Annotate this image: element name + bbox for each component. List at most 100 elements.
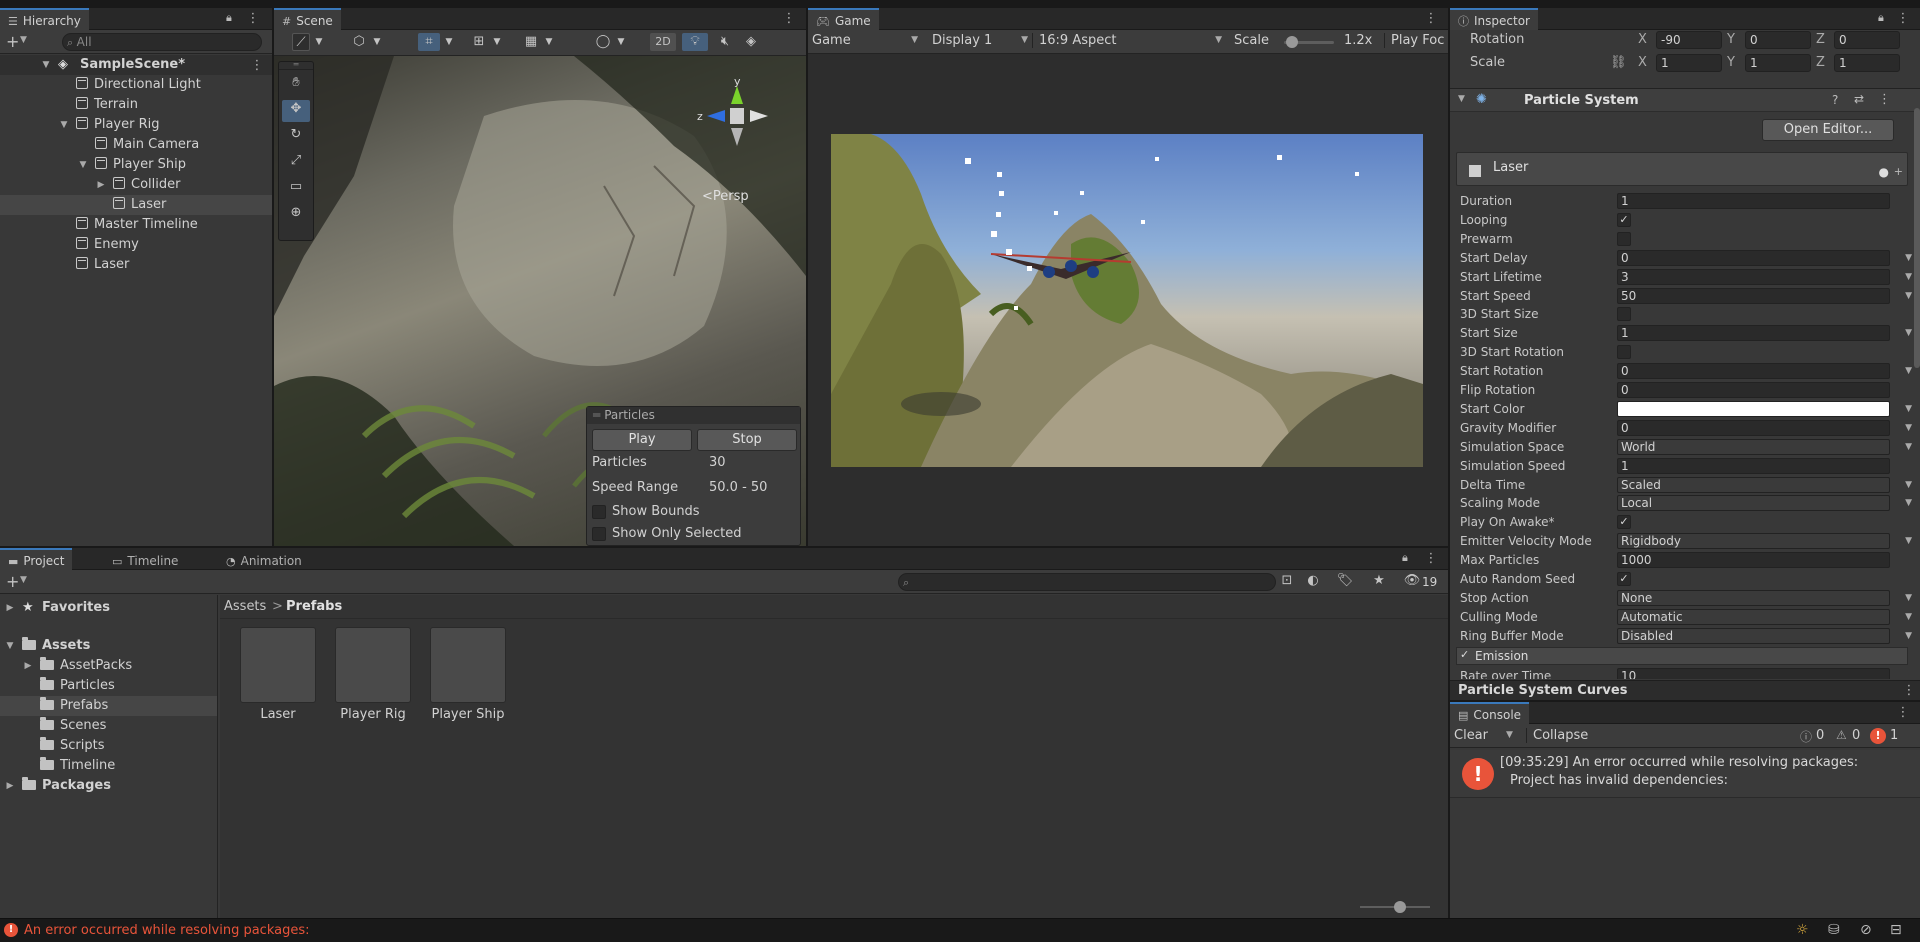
kebab-menu-icon[interactable]: ⋮ (1896, 704, 1910, 722)
tab-animation[interactable]: ◔ Animation (218, 548, 310, 570)
hierarchy-item-laser-selected[interactable]: Laser (0, 195, 272, 215)
hierarchy-scene-row[interactable]: ▼ ◈ SampleScene* ⋮ (0, 55, 272, 75)
game-view[interactable] (831, 134, 1423, 467)
hierarchy-search-input[interactable]: ⌕ All (62, 33, 262, 51)
breadcrumb-prefabs[interactable]: Prefabs (286, 595, 342, 619)
scene-viewport[interactable]: ═ ✋︎ ✥ ↻ ⤢ ▭ ⊕ y z <Persp ═ Particles Pl… (274, 56, 806, 546)
audio-toggle-icon[interactable]: 🔇︎ (714, 33, 736, 51)
folder-assetpacks[interactable]: ▶ AssetPacks (0, 656, 217, 676)
tab-hierarchy[interactable]: ☰ Hierarchy (0, 8, 89, 30)
property-checkbox[interactable]: ✓ (1617, 515, 1631, 530)
chevron-down-icon[interactable]: ▼ (616, 33, 626, 51)
hidden-packages-icon[interactable]: 👁︎ (1402, 572, 1422, 590)
kebab-menu-icon[interactable]: ⋮ (1424, 550, 1438, 568)
property-select[interactable]: Rigidbody (1617, 533, 1890, 550)
emission-checkbox[interactable]: ✓ (1460, 648, 1469, 661)
folder-particles[interactable]: Particles (0, 676, 217, 696)
particles-stop-button[interactable]: Stop (697, 429, 797, 451)
particles-play-button[interactable]: Play (592, 429, 692, 451)
hierarchy-item-laser[interactable]: Laser (0, 255, 272, 275)
particle-system-curves-header[interactable]: Particle System Curves ⋮ (1450, 680, 1920, 700)
expand-arrow-icon[interactable]: ▼ (1458, 94, 1465, 104)
particles-overlay-header[interactable]: ═ Particles (587, 407, 800, 424)
console-clear-button[interactable]: Clear (1454, 728, 1488, 743)
add-icon[interactable]: + (6, 32, 19, 51)
scale-tool-icon[interactable]: ⤢ (282, 152, 310, 174)
kebab-menu-icon[interactable]: ⋮ (1424, 10, 1438, 28)
expand-arrow-icon[interactable]: ▼ (77, 155, 89, 175)
breadcrumb-assets[interactable]: Assets (224, 595, 266, 619)
tab-project[interactable]: ▬ Project (0, 548, 73, 570)
chevron-down-icon[interactable]: ▼ (372, 33, 382, 51)
chevron-down-icon[interactable]: ▼ (1905, 627, 1912, 646)
folder-scenes[interactable]: Scenes (0, 716, 217, 736)
transform-tool-icon[interactable]: ⊕ (282, 204, 310, 226)
chevron-down-icon[interactable]: ▼ (1905, 608, 1912, 627)
chevron-down-icon[interactable]: ▼ (1506, 730, 1513, 740)
curves-kebab-icon[interactable]: ⋮ (1902, 682, 1916, 700)
expand-arrow-icon[interactable]: ▼ (58, 115, 70, 135)
show-bounds-checkbox[interactable] (592, 505, 606, 519)
kebab-menu-icon[interactable]: ⋮ (782, 10, 796, 28)
play-focused-select[interactable]: Play Foc (1384, 33, 1448, 48)
property-field[interactable]: 0 (1617, 363, 1890, 380)
module-add-icon[interactable]: + (1894, 165, 1903, 178)
chevron-down-icon[interactable]: ▼ (1905, 249, 1912, 268)
project-search-input[interactable]: ⌕ (898, 573, 1276, 591)
slider-thumb[interactable] (1285, 36, 1298, 48)
property-select[interactable]: World (1617, 438, 1890, 455)
game-mode-select[interactable]: Game ▼ (812, 33, 922, 48)
expand-arrow-icon[interactable]: ▼ (4, 636, 16, 656)
property-select[interactable]: Automatic (1617, 608, 1890, 625)
property-checkbox[interactable] (1617, 231, 1631, 246)
folder-timeline[interactable]: Timeline (0, 756, 217, 776)
search-by-type-icon[interactable]: ⊡ (1278, 572, 1296, 590)
filter-by-type-icon[interactable]: ◐ (1304, 572, 1322, 590)
inspector-scrollbar[interactable] (1914, 108, 1920, 368)
tab-inspector[interactable]: ⓘ Inspector (1450, 8, 1538, 30)
help-icon[interactable]: ? (1832, 93, 1838, 107)
lock-icon[interactable]: 🔒︎ (226, 11, 232, 25)
constrain-proportions-icon[interactable]: ⛓︎ (1610, 53, 1627, 72)
projection-toggle[interactable]: <Persp (702, 189, 749, 204)
error-count-icon[interactable]: ! (1870, 728, 1886, 744)
collapse-arrow-icon[interactable]: ▶ (95, 175, 107, 195)
filter-by-label-icon[interactable]: 🏷︎ (1336, 572, 1354, 590)
property-checkbox[interactable]: ✓ (1617, 212, 1631, 227)
rotation-y-field[interactable]: 0 (1745, 31, 1811, 49)
hierarchy-item-collider[interactable]: ▶ Collider (0, 175, 272, 195)
slider-thumb[interactable] (1394, 901, 1406, 913)
hierarchy-item-enemy[interactable]: Enemy (0, 235, 272, 255)
thumbnail-size-slider[interactable] (1360, 901, 1430, 913)
info-count-icon[interactable]: ⓘ (1800, 728, 1812, 745)
folder-scripts[interactable]: Scripts (0, 736, 217, 756)
property-field[interactable]: 0 (1617, 382, 1890, 398)
scale-z-field[interactable]: 1 (1834, 54, 1900, 72)
presets-icon[interactable]: ⇄ (1854, 92, 1864, 106)
warning-count-icon[interactable]: ⚠ (1836, 728, 1847, 742)
display-select[interactable]: Display 1 ▼ (932, 33, 1032, 48)
emission-module-header[interactable]: ✓ Emission (1456, 647, 1908, 665)
chevron-down-icon[interactable]: ▼ (1905, 476, 1912, 495)
tab-scene[interactable]: # Scene (274, 8, 341, 30)
scale-slider[interactable] (1284, 36, 1334, 48)
open-editor-button[interactable]: Open Editor... (1762, 119, 1894, 141)
hand-tool-icon[interactable]: ✋︎ (282, 74, 310, 96)
hierarchy-item-terrain[interactable]: Terrain (0, 95, 272, 115)
chevron-down-icon[interactable]: ▼ (444, 33, 454, 51)
console-collapse-button[interactable]: Collapse (1526, 728, 1588, 743)
chevron-down-icon[interactable]: ▼ (314, 33, 324, 51)
chevron-down-icon[interactable]: ▼ (1905, 324, 1912, 343)
chevron-down-icon[interactable]: ▼ (1905, 532, 1912, 551)
component-kebab-icon[interactable]: ⋮ (1878, 92, 1891, 107)
draw-mode-icon[interactable]: ⟋ (292, 33, 310, 51)
property-field[interactable]: 3 (1617, 268, 1890, 285)
property-field[interactable]: 1 (1617, 325, 1890, 342)
property-checkbox[interactable] (1617, 307, 1631, 322)
bake-lighting-icon[interactable]: ⛁ (1828, 922, 1840, 938)
drag-handle[interactable]: ═ (279, 61, 313, 70)
property-field[interactable]: 0 (1617, 249, 1890, 266)
scale-y-field[interactable]: 1 (1745, 54, 1811, 72)
prefab-tile-player-rig[interactable] (335, 627, 411, 703)
collapse-arrow-icon[interactable]: ▶ (22, 656, 34, 676)
